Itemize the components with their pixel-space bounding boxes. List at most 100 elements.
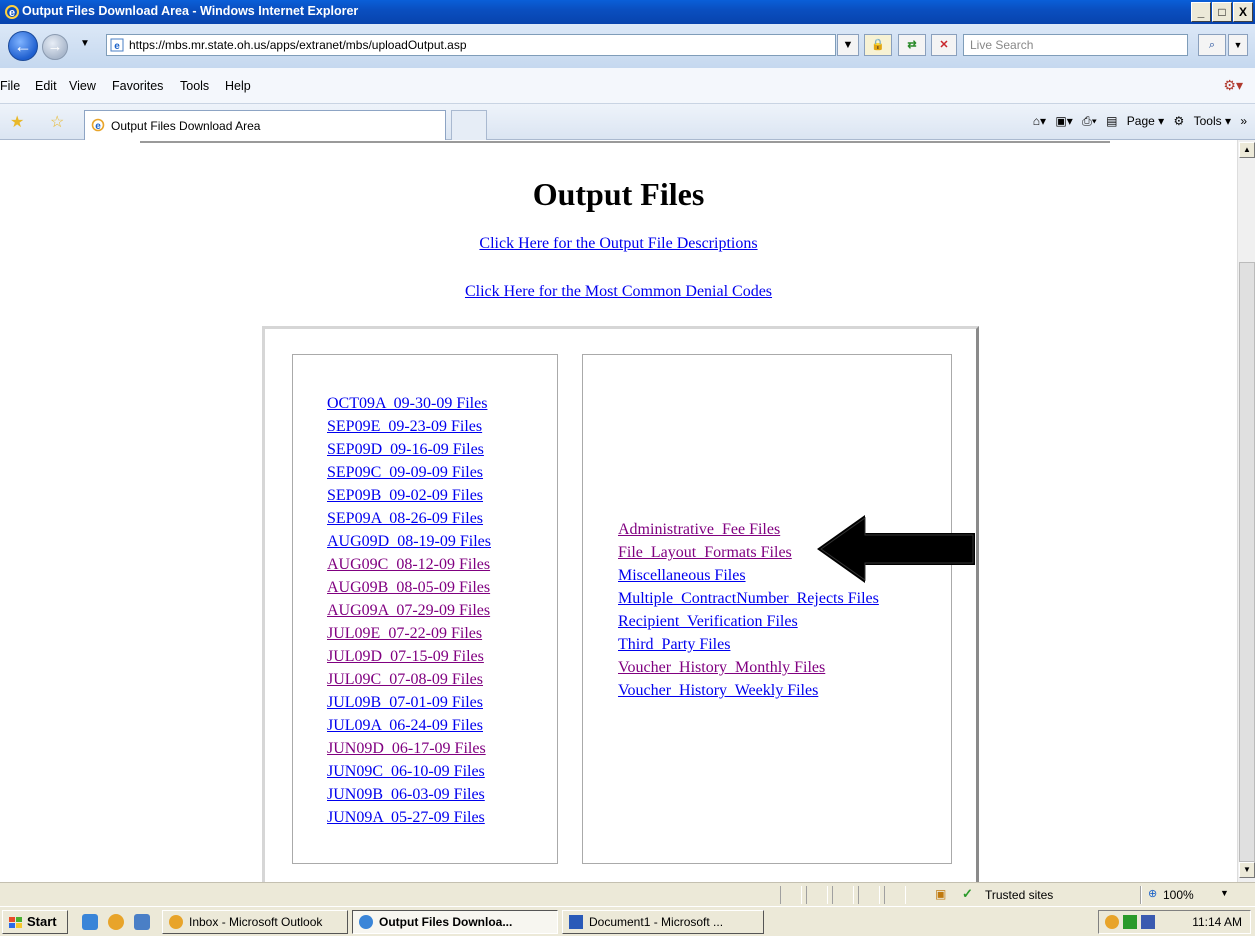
tab-ie-icon: e xyxy=(91,118,105,132)
weekly-files-link[interactable]: JUN09C 06-10-09 Files xyxy=(327,760,491,783)
denial-codes-link-row: Click Here for the Most Common Denial Co… xyxy=(0,283,1237,301)
taskbar-label-word: Document1 - Microsoft ... xyxy=(589,915,724,929)
menu-edit[interactable]: Edit xyxy=(35,79,57,93)
tab-output-files[interactable]: e Output Files Download Area xyxy=(84,110,446,140)
scroll-thumb[interactable] xyxy=(1239,262,1255,862)
maximize-button[interactable]: □ xyxy=(1212,2,1232,22)
tools-menu-button[interactable]: ⚙ Tools ▾ xyxy=(1174,114,1231,128)
weekly-files-link[interactable]: SEP09B 09-02-09 Files xyxy=(327,484,491,507)
tab-title: Output Files Download Area xyxy=(111,119,261,133)
svg-text:e: e xyxy=(9,7,15,19)
window-title: Output Files Download Area - Windows Int… xyxy=(22,4,359,18)
ie-logo-icon: e xyxy=(5,5,19,19)
close-button[interactable]: X xyxy=(1233,2,1253,22)
address-dropdown-icon[interactable]: ▼ xyxy=(837,34,859,56)
address-toolbar: ← → ▼ e https://mbs.mr.state.oh.us/apps/… xyxy=(0,24,1255,68)
taskbar-label-ie: Output Files Downloa... xyxy=(379,915,513,929)
taskbar-item-word[interactable]: Document1 - Microsoft ... xyxy=(562,910,764,934)
menu-favorites[interactable]: Favorites xyxy=(112,79,163,93)
weekly-files-link[interactable]: SEP09A 08-26-09 Files xyxy=(327,507,491,530)
forward-button[interactable]: → xyxy=(42,34,68,60)
refresh-icon[interactable]: ⇄ xyxy=(898,34,926,56)
stop-icon[interactable]: ✕ xyxy=(931,34,957,56)
word-icon xyxy=(569,915,583,929)
tab-bar: ★ ☆ e Output Files Download Area ⌂▾ ▣▾ ⎙… xyxy=(0,104,1255,140)
quicklaunch-ie-icon[interactable] xyxy=(82,914,98,930)
weekly-files-link[interactable]: JUL09B 07-01-09 Files xyxy=(327,691,491,714)
page-content: Output Files Click Here for the Output F… xyxy=(0,140,1237,882)
weekly-files-link[interactable]: SEP09D 09-16-09 Files xyxy=(327,438,491,461)
start-button[interactable]: Start xyxy=(2,910,68,934)
back-button[interactable]: ← xyxy=(8,31,38,61)
add-favorites-icon[interactable]: ☆ xyxy=(50,112,64,132)
zoom-dropdown-icon[interactable]: ▼ xyxy=(1220,888,1229,898)
weekly-files-link[interactable]: AUG09C 08-12-09 Files xyxy=(327,553,491,576)
menu-tools[interactable]: Tools xyxy=(180,79,209,93)
weekly-files-list: OCT09A 09-30-09 Files SEP09E 09-23-09 Fil… xyxy=(327,392,491,829)
address-url: https://mbs.mr.state.oh.us/apps/extranet… xyxy=(129,38,467,52)
weekly-files-link[interactable]: JUN09A 05-27-09 Files xyxy=(327,806,491,829)
clock: 11:14 AM xyxy=(1192,915,1242,929)
lock-icon[interactable]: 🔒 xyxy=(864,34,892,56)
search-icon[interactable]: ⌕ xyxy=(1198,34,1226,56)
svg-text:e: e xyxy=(114,41,120,52)
output-file-descriptions-link[interactable]: Click Here for the Output File Descripti… xyxy=(479,235,757,252)
weekly-files-link[interactable]: AUG09D 08-19-09 Files xyxy=(327,530,491,553)
popup-blocker-icon[interactable]: ▣ xyxy=(935,887,946,901)
toolbar-addon-icon[interactable]: ⚙▾ xyxy=(1223,77,1243,94)
menu-view[interactable]: View xyxy=(69,79,96,93)
zoom-icon: ⊕ xyxy=(1148,888,1158,900)
search-options-icon[interactable]: ▼ xyxy=(1228,34,1248,56)
zoom-level[interactable]: 100% xyxy=(1163,888,1194,902)
weekly-files-link[interactable]: JUL09E 07-22-09 Files xyxy=(327,622,491,645)
scroll-up-icon[interactable]: ▲ xyxy=(1239,142,1255,158)
window-title-bar[interactable]: e Output Files Download Area - Windows I… xyxy=(0,0,1255,24)
search-input[interactable]: Live Search xyxy=(963,34,1188,56)
address-field[interactable]: e https://mbs.mr.state.oh.us/apps/extran… xyxy=(106,34,836,56)
tray-outlook-icon[interactable] xyxy=(1105,915,1119,929)
quicklaunch-outlook-icon[interactable] xyxy=(108,914,124,930)
tray-security-icon[interactable] xyxy=(1123,915,1137,929)
taskbar-item-outlook[interactable]: Inbox - Microsoft Outlook xyxy=(162,910,348,934)
weekly-files-link[interactable]: JUL09C 07-08-09 Files xyxy=(327,668,491,691)
search-placeholder: Live Search xyxy=(970,38,1034,52)
denial-codes-link[interactable]: Click Here for the Most Common Denial Co… xyxy=(465,283,772,300)
weekly-files-link[interactable]: SEP09E 09-23-09 Files xyxy=(327,415,491,438)
weekly-files-link[interactable]: JUL09D 07-15-09 Files xyxy=(327,645,491,668)
page-menu-button[interactable]: ▤ Page ▾ xyxy=(1106,114,1164,128)
status-segment xyxy=(780,886,802,904)
weekly-files-link[interactable]: JUN09B 06-03-09 Files xyxy=(327,783,491,806)
weekly-files-link[interactable]: JUL09A 06-24-09 Files xyxy=(327,714,491,737)
favorites-star-icon[interactable]: ★ xyxy=(10,112,24,132)
system-tray: 11:14 AM xyxy=(1098,910,1251,934)
descriptions-link-row: Click Here for the Output File Descripti… xyxy=(0,235,1237,253)
tray-network-icon[interactable] xyxy=(1141,915,1155,929)
quicklaunch-desktop-icon[interactable] xyxy=(134,914,150,930)
status-segment xyxy=(884,886,906,904)
file-category-link[interactable]: Voucher History Weekly Files xyxy=(618,679,879,702)
menu-help[interactable]: Help xyxy=(225,79,251,93)
minimize-button[interactable]: _ xyxy=(1191,2,1211,22)
outlook-icon xyxy=(169,915,183,929)
file-category-link[interactable]: Third Party Files xyxy=(618,633,879,656)
weekly-files-link[interactable]: SEP09C 09-09-09 Files xyxy=(327,461,491,484)
taskbar-item-ie[interactable]: Output Files Downloa... xyxy=(352,910,558,934)
security-zone-label[interactable]: Trusted sites xyxy=(985,888,1053,902)
ie-taskbar-icon xyxy=(359,915,373,929)
weekly-files-link[interactable]: JUN09D 06-17-09 Files xyxy=(327,737,491,760)
print-icon[interactable]: ⎙▾ xyxy=(1082,114,1097,128)
file-category-link[interactable]: Voucher History Monthly Files xyxy=(618,656,879,679)
recent-pages-dropdown-icon[interactable]: ▼ xyxy=(80,38,90,49)
scroll-down-icon[interactable]: ▼ xyxy=(1239,862,1255,878)
menu-file[interactable]: File xyxy=(0,79,20,93)
weekly-files-link[interactable]: AUG09B 08-05-09 Files xyxy=(327,576,491,599)
chevron-more-icon[interactable]: » xyxy=(1240,114,1247,128)
file-category-link[interactable]: Multiple ContractNumber Rejects Files xyxy=(618,587,879,610)
home-icon[interactable]: ⌂▾ xyxy=(1033,114,1046,128)
file-category-link[interactable]: Recipient Verification Files xyxy=(618,610,879,633)
weekly-files-link[interactable]: AUG09A 07-29-09 Files xyxy=(327,599,491,622)
feeds-icon[interactable]: ▣▾ xyxy=(1055,114,1072,128)
weekly-files-link[interactable]: OCT09A 09-30-09 Files xyxy=(327,392,491,415)
new-tab-button[interactable] xyxy=(451,110,487,140)
vertical-scrollbar[interactable]: ▲ ▼ xyxy=(1237,140,1255,882)
